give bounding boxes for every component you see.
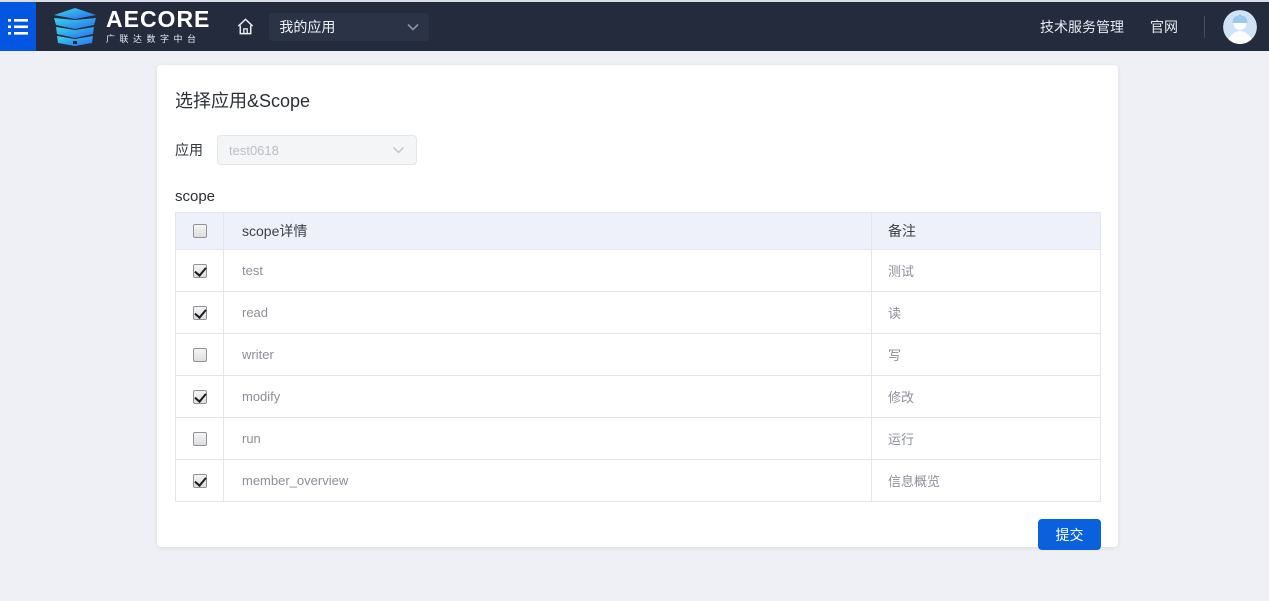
app-field-label: 应用: [175, 140, 203, 160]
table-row: test 测试: [176, 250, 1100, 292]
worker-avatar-icon: [1223, 10, 1257, 44]
scope-name: modify: [224, 376, 872, 417]
table-row: read 读: [176, 292, 1100, 334]
row-checkbox[interactable]: [193, 432, 207, 446]
menu-button[interactable]: [0, 2, 36, 51]
row-checkbox[interactable]: [193, 348, 207, 362]
chevron-down-icon: [407, 23, 419, 31]
logo[interactable]: AECORE 广联达数字中台: [52, 7, 210, 47]
table-row: member_overview 信息概览: [176, 460, 1100, 502]
select-all-checkbox[interactable]: [193, 224, 207, 238]
my-apps-select[interactable]: 我的应用: [269, 13, 429, 41]
scope-table: scope详情 备注 test 测试 read 读 write: [175, 212, 1101, 502]
nav-link-official-site[interactable]: 官网: [1150, 17, 1178, 37]
row-checkbox[interactable]: [193, 264, 207, 278]
brand-tagline: 广联达数字中台: [106, 32, 210, 45]
row-checkbox[interactable]: [193, 390, 207, 404]
scope-name: run: [224, 418, 872, 459]
home-icon: [236, 17, 255, 36]
list-menu-icon: [8, 18, 28, 36]
table-row: modify 修改: [176, 376, 1100, 418]
scope-remark: 写: [872, 334, 1100, 375]
divider: [1204, 16, 1205, 38]
my-apps-select-value: 我的应用: [279, 17, 407, 37]
scope-section-label: scope: [175, 188, 1101, 205]
app-select[interactable]: test0618: [217, 135, 417, 165]
scope-remark: 读: [872, 292, 1100, 333]
topbar: AECORE 广联达数字中台 我的应用 技术服务管理 官网: [0, 0, 1269, 51]
scope-table-body: test 测试 read 读 writer 写 modify 修改: [176, 250, 1100, 502]
brand-name: AECORE: [106, 8, 210, 30]
scope-name: read: [224, 292, 872, 333]
scope-remark: 修改: [872, 376, 1100, 417]
scope-remark: 信息概览: [872, 460, 1100, 501]
submit-button[interactable]: 提交: [1038, 519, 1101, 550]
column-header-remark: 备注: [872, 213, 1100, 249]
row-checkbox[interactable]: [193, 474, 207, 488]
nav-link-service-management[interactable]: 技术服务管理: [1040, 17, 1124, 37]
row-checkbox[interactable]: [193, 306, 207, 320]
chevron-down-icon: [392, 146, 405, 154]
page-title: 选择应用&Scope: [175, 87, 1101, 113]
app-select-value: test0618: [229, 143, 392, 158]
user-avatar[interactable]: [1223, 10, 1257, 44]
scope-name: test: [224, 250, 872, 291]
scope-name: writer: [224, 334, 872, 375]
aecore-logo-icon: [52, 7, 98, 47]
home-button[interactable]: [236, 17, 255, 36]
column-header-scope-detail: scope详情: [224, 213, 872, 249]
scope-name: member_overview: [224, 460, 872, 501]
scope-remark: 运行: [872, 418, 1100, 459]
scope-remark: 测试: [872, 250, 1100, 291]
table-row: writer 写: [176, 334, 1100, 376]
select-app-scope-card: 选择应用&Scope 应用 test0618 scope scope详情 备注 …: [157, 65, 1118, 547]
table-row: run 运行: [176, 418, 1100, 460]
table-header-row: scope详情 备注: [176, 213, 1100, 250]
